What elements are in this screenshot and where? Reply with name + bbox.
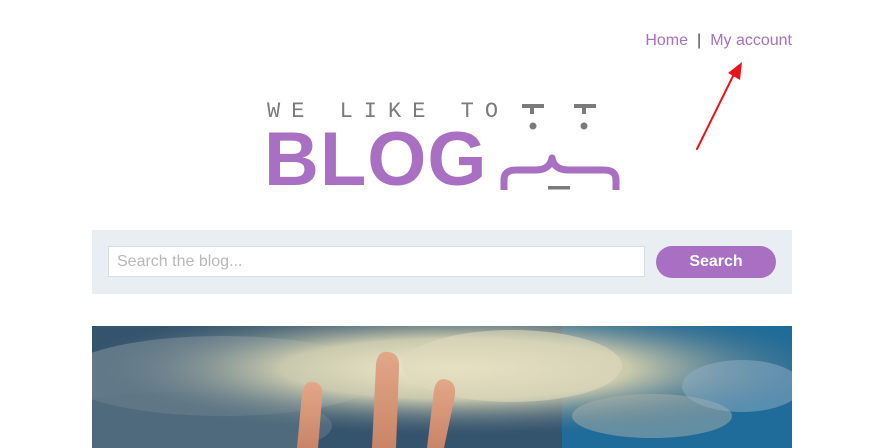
search-button[interactable]: Search [656,246,776,278]
site-logo[interactable]: WE LIKE TO BLOG [264,96,624,202]
search-input[interactable] [108,246,645,277]
logo-face-icon [500,104,620,190]
my-account-link[interactable]: My account [710,32,792,49]
home-link[interactable]: Home [645,32,688,49]
search-panel: Search [92,230,792,294]
blog-page: Home | My account WE LIKE TO BLOG Search [0,0,893,448]
annotation-arrow-icon [696,62,742,150]
nav-separator: | [697,32,702,49]
hero-image [92,326,792,448]
hand-in-sky-photo-icon [92,326,792,448]
logo-wordmark: BLOG [264,117,488,202]
top-navigation: Home | My account [645,31,792,51]
